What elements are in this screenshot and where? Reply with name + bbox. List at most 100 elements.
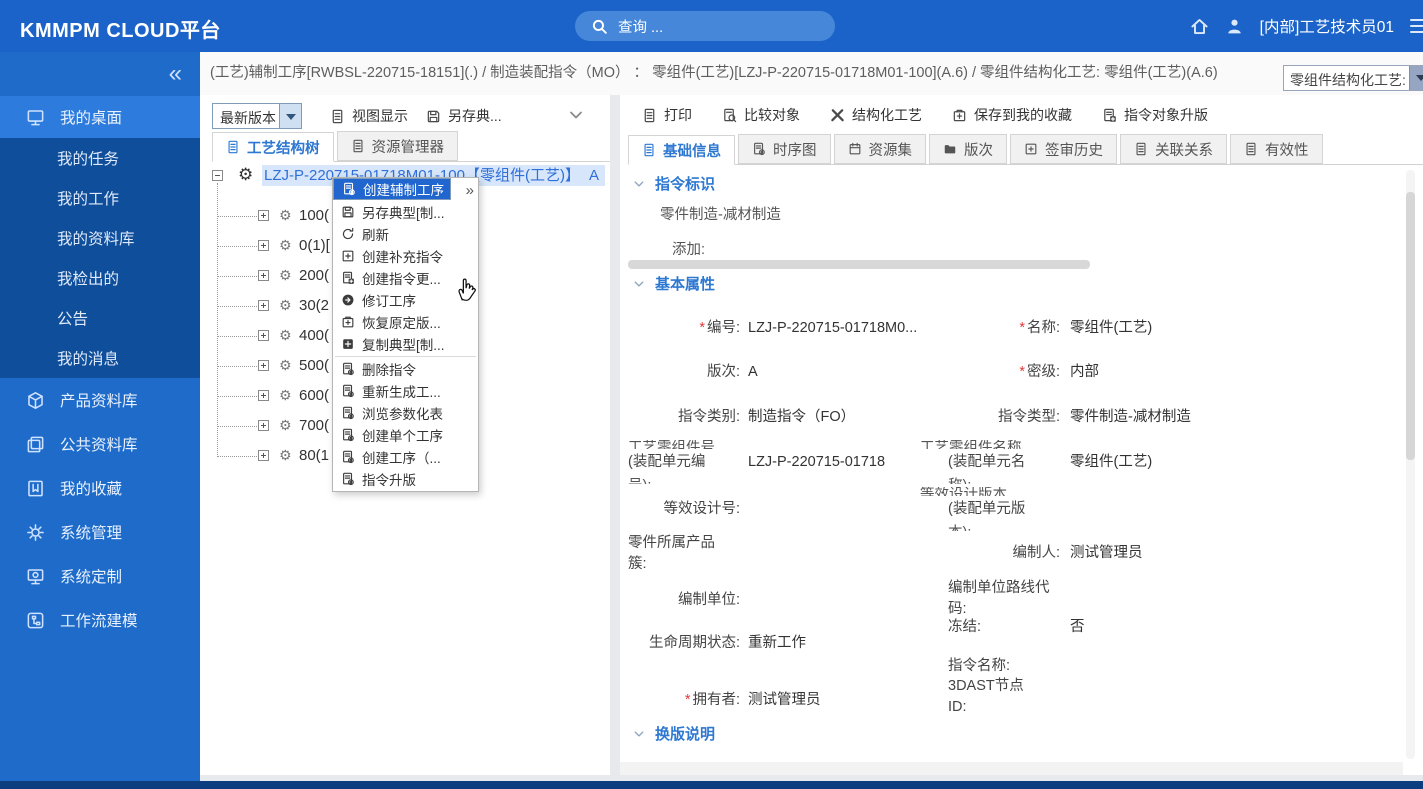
field-value: 内部 [1070,364,1099,380]
field-label: (装配单元名 [948,454,1026,470]
arrow-circle-icon [341,293,355,307]
tree-collapse-toggle[interactable] [212,170,223,181]
menu-item-copy-typical[interactable]: 复制典型[制... [333,333,478,355]
tab-resource-manager[interactable]: 资源管理器 [336,131,458,161]
current-user-label[interactable]: [内部]工艺技术员01 [1260,15,1394,37]
document-icon [226,140,240,154]
sidebar-item-label: 系统定制 [60,569,123,586]
menu-icon[interactable] [1410,15,1423,37]
sidebar-item-public-library[interactable]: 公共资料库 [0,422,200,466]
horizontal-scrollbar[interactable] [628,260,1090,269]
version-select[interactable]: 最新版本 [212,103,302,129]
menu-item-revise-operation[interactable]: 修订工序 [333,289,478,311]
sidebar-item-checked-out[interactable]: 我检出的 [0,258,200,298]
structured-process-button[interactable]: 结构化工艺 [830,105,922,125]
tree-connector [217,426,257,427]
sidebar-item-my-work[interactable]: 我的工作 [0,178,200,218]
field-label: 编制单位: [677,592,740,608]
tab-basic-info[interactable]: 基础信息 [628,135,735,165]
menu-item-create-auxiliary-operation[interactable]: 创建辅制工序 [333,178,451,200]
menu-item-refresh[interactable]: 刷新 [333,223,478,245]
context-object-dropdown[interactable]: 零组件结构化工艺: 零组... [1283,65,1423,91]
tree-node[interactable]: 400( [299,326,329,346]
tree-node[interactable]: 30(2 [299,296,329,316]
section-basic-attributes[interactable]: 基本属性 [633,273,715,294]
menu-item-save-as-typical[interactable]: 另存典型[制... [333,201,478,223]
user-icon[interactable] [1225,17,1244,36]
tree-expand-toggle[interactable] [258,360,269,371]
sidebar-item-my-tasks[interactable]: 我的任务 [0,138,200,178]
compare-objects-button[interactable]: 比较对象 [722,105,800,125]
menu-item-create-instruction-change[interactable]: 创建指令更... [333,267,478,289]
tree-node[interactable]: 80(1 [299,446,329,466]
menu-item-delete-instruction[interactable]: 删除指令 [333,358,478,380]
home-icon[interactable] [1190,17,1209,36]
version-select-value: 最新版本 [213,104,279,128]
sidebar-item-my-favorites[interactable]: 我的收藏 [0,466,200,510]
view-display-button[interactable]: 视图显示 [330,106,408,126]
tree-node[interactable]: 100( [299,206,329,226]
toolbar-expand-chevron[interactable] [568,106,584,124]
tree-node[interactable]: 600( [299,386,329,406]
dropdown-button[interactable] [1409,66,1423,90]
sidebar-collapse-icon[interactable]: « [0,52,200,96]
tree-expand-toggle[interactable] [258,270,269,281]
clipped-label: 称): [948,476,1068,484]
global-search-input[interactable]: 查询 ... [575,11,835,41]
app-logo: KMMPM CLOUD平台 [20,20,221,42]
menu-item-instruction-upgrade[interactable]: 指令升版 [333,468,478,490]
sidebar-item-system-custom[interactable]: 系统定制 [0,554,200,598]
tree-node[interactable]: 200( [299,266,329,286]
doc-gear-icon [341,406,355,420]
tab-effectivity[interactable]: 有效性 [1230,134,1323,164]
compare-icon [722,108,737,123]
print-button[interactable]: 打印 [642,105,692,125]
sidebar-item-my-library[interactable]: 我的资料库 [0,218,200,258]
tree-expand-toggle[interactable] [258,300,269,311]
tree-expand-toggle[interactable] [258,240,269,251]
section-revision-notes[interactable]: 换版说明 [633,723,715,744]
tab-approval-history[interactable]: 签审历史 [1010,134,1117,164]
tree-expand-toggle[interactable] [258,210,269,221]
menu-item-create-supplement-instruction[interactable]: 创建补充指令 [333,245,478,267]
document-icon [1244,142,1258,156]
tab-versions[interactable]: 版次 [929,134,1007,164]
vertical-scrollbar[interactable] [1406,170,1415,759]
tree-node[interactable]: 0(1)[ [299,236,330,256]
scrollbar-thumb[interactable] [1406,192,1415,460]
menu-item-browse-parametric-table[interactable]: 浏览参数化表 [333,402,478,424]
tree-connector [217,246,257,247]
sidebar-item-my-desktop[interactable]: 我的桌面 [0,96,200,138]
sidebar-item-announcements[interactable]: 公告 [0,298,200,338]
field-label: * 名称: [1019,320,1060,336]
sidebar-item-system-admin[interactable]: 系统管理 [0,510,200,554]
tree-expand-toggle[interactable] [258,390,269,401]
tree-node[interactable]: 500( [299,356,329,376]
menu-item-restore-original-version[interactable]: 恢复原定版... [333,311,478,333]
tree-expand-toggle[interactable] [258,330,269,341]
save-to-favorites-button[interactable]: 保存到我的收藏 [952,105,1072,125]
section-instruction-id[interactable]: 指令标识 [633,173,715,194]
menu-item-create-operation[interactable]: 创建工序（... [333,446,478,468]
menu-item-create-single-operation[interactable]: 创建单个工序 [333,424,478,446]
tab-timing-diagram[interactable]: 时序图 [738,134,831,164]
menu-item-regenerate-operation[interactable]: 重新生成工... [333,380,478,402]
sidebar-item-workflow-modeling[interactable]: 工作流建模 [0,598,200,642]
breadcrumb[interactable]: (工艺)辅制工序[RWBSL-220715-18151](.) / 制造装配指令… [210,52,1270,95]
menu-separator [335,356,476,357]
tab-label: 时序图 [773,142,817,159]
instruction-upgrade-button[interactable]: 指令对象升版 [1102,105,1208,125]
tab-relations[interactable]: 关联关系 [1120,134,1227,164]
tab-process-structure-tree[interactable]: 工艺结构树 [212,132,334,162]
gear-icon: ⚙ [279,268,292,284]
sidebar-item-my-messages[interactable]: 我的消息 [0,338,200,378]
menu-item-label: 修订工序 [362,294,416,309]
tree-connector [217,216,257,217]
tree-node[interactable]: 700( [299,416,329,436]
save-as-typical-button[interactable]: 另存典... [426,106,502,126]
version-select-button[interactable] [279,104,301,128]
tab-resource-set[interactable]: 资源集 [833,134,926,164]
tree-expand-toggle[interactable] [258,450,269,461]
tree-expand-toggle[interactable] [258,420,269,431]
sidebar-item-product-library[interactable]: 产品资料库 [0,378,200,422]
